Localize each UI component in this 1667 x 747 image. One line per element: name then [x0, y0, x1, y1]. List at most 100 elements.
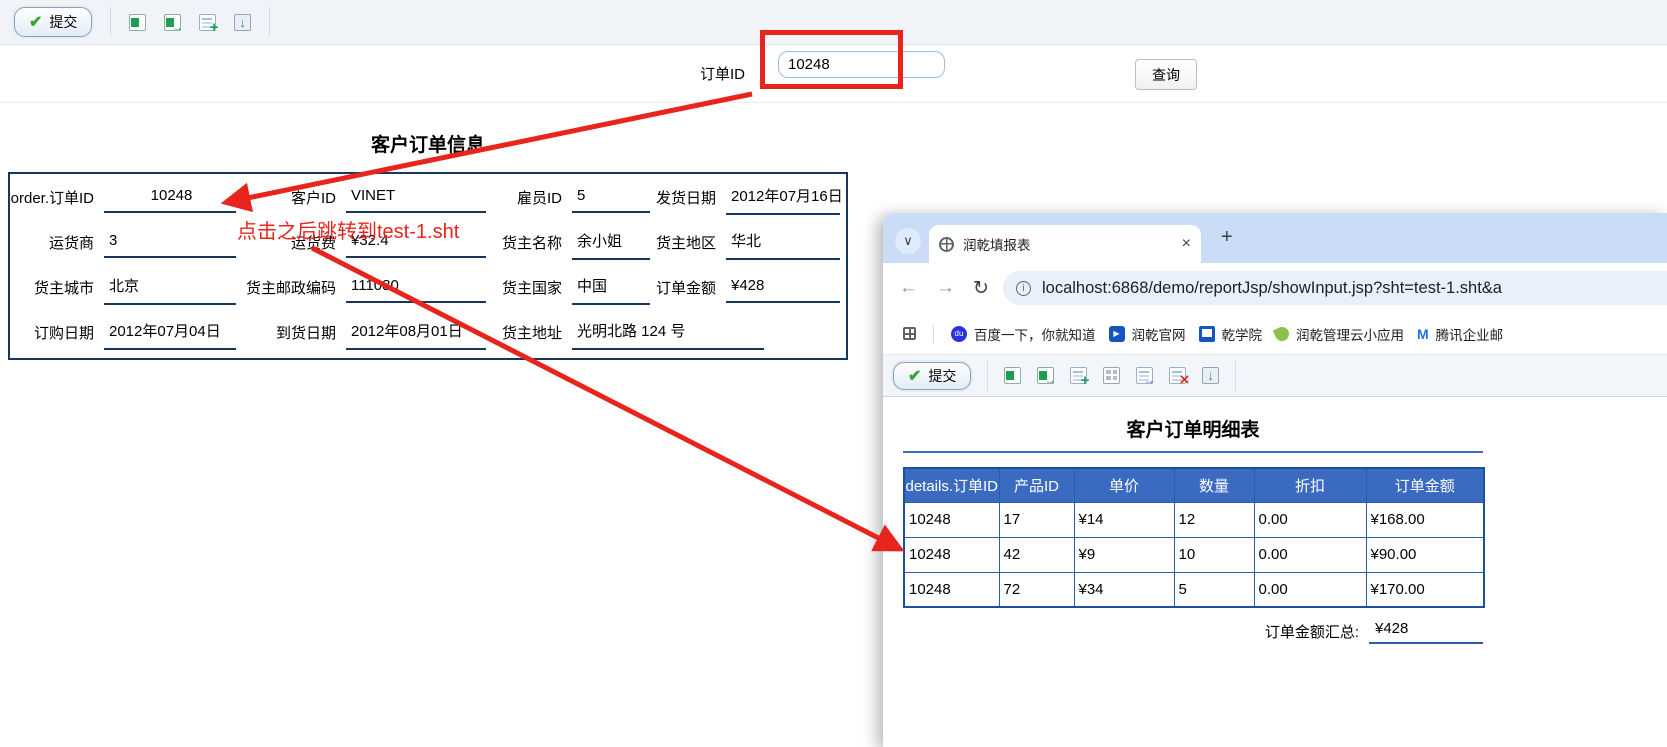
table-cell[interactable]: ¥14 [1073, 501, 1175, 538]
table-cell[interactable]: 17 [998, 501, 1075, 538]
table-header-row: details.订单ID 产品ID 单价 数量 折扣 订单金额 [903, 467, 1485, 503]
table-cell[interactable]: 72 [998, 571, 1075, 608]
toolbar-separator [110, 7, 112, 37]
table-cell[interactable]: 42 [998, 536, 1075, 573]
column-header: details.订单ID [903, 467, 1000, 503]
search-button[interactable]: 查询 [1135, 59, 1197, 90]
field-label: 货主城市 [33, 280, 94, 297]
table-cell[interactable]: 10248 [903, 571, 1000, 608]
table-row: 10248 42 ¥9 10 0.00 ¥90.00 [903, 536, 1485, 573]
field-value[interactable]: 2012年08月01日 [346, 315, 486, 350]
field-value[interactable]: 光明北路 124 号 [572, 315, 764, 350]
add-row-icon[interactable] [1070, 367, 1089, 389]
excel-export-icon[interactable] [1004, 367, 1022, 384]
insert-row-icon[interactable] [1136, 367, 1155, 387]
check-icon [908, 366, 921, 386]
column-header: 订单金额 [1365, 467, 1485, 503]
report-content: 客户订单明细表 details.订单ID 产品ID 单价 数量 折扣 订单金额 … [883, 397, 1667, 747]
submit-button-label: 提交 [928, 367, 957, 384]
summary-row: 订单金额汇总: ¥428 [903, 618, 1483, 644]
field-value[interactable]: 华北 [726, 225, 840, 260]
field-label: 雇员ID [516, 190, 562, 207]
download-icon[interactable] [1202, 367, 1220, 384]
college-favicon-icon [1198, 325, 1215, 342]
submit-button-label: 提交 [49, 14, 78, 30]
submit-button[interactable]: 提交 [893, 361, 972, 390]
table-cell[interactable]: ¥9 [1073, 536, 1175, 573]
table-cell[interactable]: 10248 [903, 536, 1000, 573]
report-toolbar: 提交 [883, 355, 1667, 397]
bookmark-runqian[interactable]: 润乾官网 [1108, 324, 1186, 344]
bookmark-cloud-app[interactable]: 润乾管理云小应用 [1272, 324, 1404, 344]
table-cell[interactable]: 0.00 [1253, 536, 1367, 573]
table-cell[interactable]: 0.00 [1253, 571, 1367, 608]
field-value[interactable]: 5 [572, 182, 650, 213]
field-value[interactable]: 3 [104, 227, 236, 258]
url-field[interactable]: localhost:6868/demo/reportJsp/showInput.… [1003, 271, 1667, 305]
bookmark-baidu[interactable]: 百度一下，你就知道 [951, 324, 1096, 344]
browser-window: 润乾填报表 ← → ↻ localhost:6868/demo/reportJs… [883, 213, 1667, 747]
table-cell[interactable]: 10248 [903, 501, 1000, 538]
browser-tab-strip: 润乾填报表 [883, 213, 1667, 263]
baidu-favicon-icon [951, 325, 967, 342]
excel-import-icon[interactable] [164, 13, 183, 34]
field-value[interactable]: 余小姐 [572, 225, 650, 260]
field-value[interactable]: 北京 [104, 270, 236, 305]
column-header: 折扣 [1253, 467, 1367, 503]
table-cell[interactable]: ¥170.00 [1365, 571, 1485, 608]
table-cell[interactable]: 0.00 [1253, 501, 1367, 538]
field-value[interactable]: 2012年07月16日 [726, 180, 843, 215]
table-row: 10248 72 ¥34 5 0.00 ¥170.00 [903, 571, 1485, 608]
download-icon[interactable] [234, 13, 252, 31]
delete-row-icon[interactable] [1169, 367, 1189, 390]
field-label: order.订单ID [10, 190, 94, 207]
column-header: 数量 [1173, 467, 1255, 503]
field-value[interactable]: ¥428 [726, 272, 840, 303]
detail-report-title: 客户订单明细表 [1126, 420, 1260, 441]
browser-tab[interactable]: 润乾填报表 [929, 225, 1201, 263]
table-cell[interactable]: ¥34 [1073, 571, 1175, 608]
excel-export-icon[interactable] [129, 13, 147, 31]
bookmark-label: 腾讯企业邮 [1435, 327, 1504, 343]
field-value[interactable]: 2012年07月04日 [104, 315, 236, 350]
toolbar-separator [269, 7, 271, 37]
summary-label: 订单金额汇总: [1264, 623, 1359, 641]
field-value[interactable]: 10248 [104, 182, 236, 213]
forward-icon[interactable]: → [936, 277, 955, 299]
bookmarks-separator [933, 324, 934, 343]
reload-icon[interactable]: ↻ [973, 277, 989, 300]
table-cell[interactable]: ¥168.00 [1365, 501, 1485, 538]
tab-search-chevron-icon[interactable] [895, 228, 921, 254]
new-tab-icon[interactable] [1221, 226, 1233, 249]
url-text[interactable]: localhost:6868/demo/reportJsp/showInput.… [1042, 279, 1502, 298]
field-value[interactable]: 111080 [346, 272, 486, 303]
excel-import-icon[interactable] [1037, 367, 1056, 387]
site-info-icon[interactable] [1016, 280, 1031, 296]
field-value[interactable]: VINET [346, 182, 486, 213]
bookmark-college[interactable]: 乾学院 [1198, 324, 1262, 344]
summary-value: ¥428 [1369, 618, 1483, 644]
table-row: 10248 17 ¥14 12 0.00 ¥168.00 [903, 501, 1485, 538]
field-value[interactable]: 中国 [572, 270, 650, 305]
back-icon[interactable]: ← [899, 277, 918, 299]
tab-close-icon[interactable] [1182, 235, 1191, 253]
bookmark-tencent-mail[interactable]: 腾讯企业邮 [1417, 324, 1504, 344]
order-form: order.订单ID 10248 客户ID VINET 雇员ID 5 发货日期 … [8, 172, 848, 360]
grid-view-icon[interactable] [1103, 367, 1121, 384]
table-cell[interactable]: 5 [1173, 571, 1255, 608]
globe-favicon-icon [939, 236, 954, 252]
field-label: 货主邮政编码 [245, 280, 336, 297]
bookmark-label: 百度一下，你就知道 [974, 327, 1096, 343]
table-cell[interactable]: 10 [1173, 536, 1255, 573]
submit-button[interactable]: 提交 [14, 7, 93, 37]
field-label: 货主名称 [501, 235, 562, 252]
check-icon [29, 12, 42, 32]
field-label: 货主国家 [501, 280, 562, 297]
browser-address-bar: ← → ↻ localhost:6868/demo/reportJsp/show… [883, 263, 1667, 313]
apps-grid-icon[interactable] [903, 327, 916, 340]
column-header: 单价 [1073, 467, 1175, 503]
field-label: 发货日期 [655, 190, 716, 207]
add-row-icon[interactable] [199, 13, 218, 36]
table-cell[interactable]: ¥90.00 [1365, 536, 1485, 573]
table-cell[interactable]: 12 [1173, 501, 1255, 538]
